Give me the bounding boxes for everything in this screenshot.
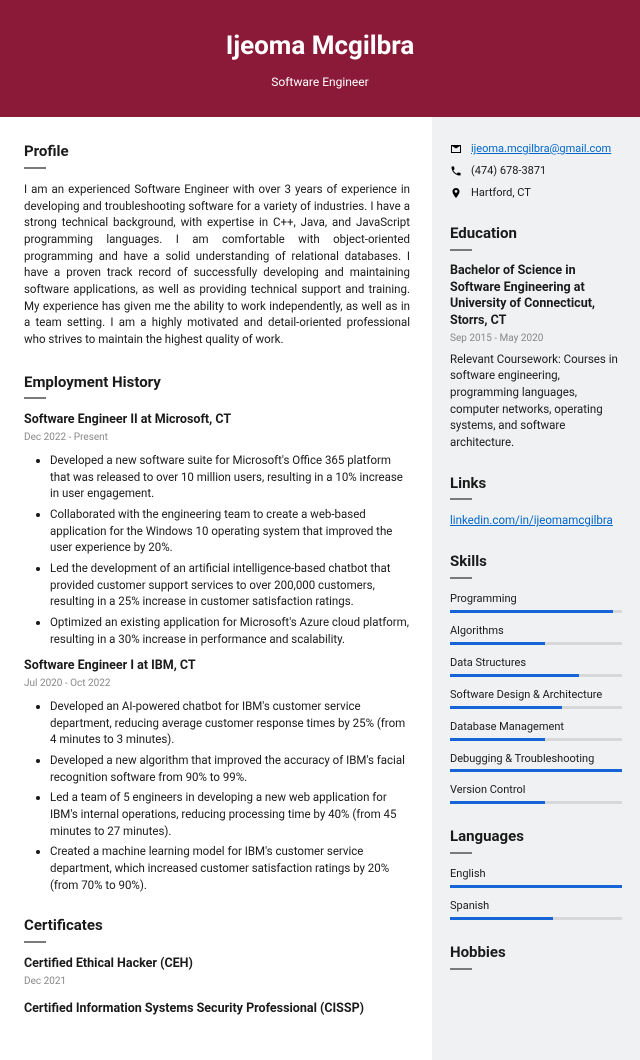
contact-section: ijeoma.mcgilbra@gmail.com (474) 678-3871… [450,141,622,201]
contact-location: Hartford, CT [450,185,622,201]
skill-label: Software Design & Architecture [450,687,622,703]
divider [24,397,46,399]
job-bullet: Developed a new software suite for Micro… [50,452,410,502]
profile-section: Profile I am an experienced Software Eng… [24,141,410,347]
cert-title: Certified Information Systems Security P… [24,1000,410,1018]
skill-bar [450,769,622,772]
phone-icon [450,165,462,177]
skill-item: Debugging & Troubleshooting [450,751,622,773]
job-dates: Dec 2022 - Present [24,431,410,446]
education-title: Bachelor of Science in Software Engineer… [450,263,622,331]
divider [450,249,472,251]
links-heading: Links [450,473,622,495]
location-icon [450,187,462,199]
contact-phone: (474) 678-3871 [450,163,622,179]
cert-date: Dec 2021 [24,975,410,990]
profile-body: I am an experienced Software Engineer wi… [24,181,410,348]
skill-item: Algorithms [450,623,622,645]
job-bullets: Developed an AI-powered chatbot for IBM'… [24,698,410,893]
divider [450,498,472,500]
certificates-heading: Certificates [24,915,410,937]
skill-bar [450,610,622,613]
language-item: English [450,866,622,888]
language-label: Spanish [450,898,622,914]
skill-label: Algorithms [450,623,622,639]
skill-label: Programming [450,591,622,607]
email-icon [450,143,462,155]
language-item: Spanish [450,898,622,920]
languages-heading: Languages [450,826,622,848]
divider [450,852,472,854]
skill-item: Version Control [450,782,622,804]
education-dates: Sep 2015 - May 2020 [450,332,622,347]
skill-bar [450,642,622,645]
skill-bar [450,801,622,804]
phone-text: (474) 678-3871 [471,163,546,179]
location-text: Hartford, CT [471,185,531,201]
hobbies-heading: Hobbies [450,942,622,964]
job-bullet: Collaborated with the engineering team t… [50,506,410,556]
skill-item: Programming [450,591,622,613]
linkedin-link[interactable]: linkedin.com/in/ijeomamcgilbra [450,513,613,527]
job-bullet: Developed an AI-powered chatbot for IBM'… [50,698,410,748]
skill-bar [450,706,622,709]
skill-item: Data Structures [450,655,622,677]
job-bullet: Optimized an existing application for Mi… [50,614,410,647]
sidebar: ijeoma.mcgilbra@gmail.com (474) 678-3871… [432,117,640,1060]
education-desc: Relevant Coursework: Courses in software… [450,351,622,451]
cert-title: Certified Ethical Hacker (CEH) [24,955,410,973]
divider [450,577,472,579]
language-bar [450,885,622,888]
job-bullet: Led the development of an artificial int… [50,560,410,610]
job-dates: Jul 2020 - Oct 2022 [24,677,410,692]
skill-label: Database Management [450,719,622,735]
job-bullets: Developed a new software suite for Micro… [24,452,410,647]
language-bar [450,917,622,920]
person-name: Ijeoma Mcgilbra [20,28,620,66]
certificates-section: Certificates Certified Ethical Hacker (C… [24,915,410,1018]
skill-label: Debugging & Troubleshooting [450,751,622,767]
skill-item: Database Management [450,719,622,741]
links-section: Links linkedin.com/in/ijeomamcgilbra [450,473,622,529]
education-heading: Education [450,223,622,245]
employment-section: Employment History Software Engineer II … [24,372,410,894]
skill-bar [450,738,622,741]
skills-heading: Skills [450,551,622,573]
profile-heading: Profile [24,141,410,163]
divider [450,968,472,970]
skill-label: Version Control [450,782,622,798]
contact-email: ijeoma.mcgilbra@gmail.com [450,141,622,157]
skill-label: Data Structures [450,655,622,671]
job-bullet: Led a team of 5 engineers in developing … [50,789,410,839]
divider [24,941,46,943]
resume-header: Ijeoma Mcgilbra Software Engineer [0,0,640,117]
job-title: Software Engineer I at IBM, CT [24,657,410,675]
skill-bar [450,674,622,677]
divider [24,167,46,169]
education-section: Education Bachelor of Science in Softwar… [450,223,622,451]
main-column: Profile I am an experienced Software Eng… [0,117,432,1060]
skill-item: Software Design & Architecture [450,687,622,709]
job-bullet: Created a machine learning model for IBM… [50,843,410,893]
skills-section: Skills Programming Algorithms Data Structu… [450,551,622,804]
language-label: English [450,866,622,882]
employment-heading: Employment History [24,372,410,394]
hobbies-section: Hobbies [450,942,622,970]
job-bullet: Developed a new algorithm that improved … [50,752,410,785]
languages-section: Languages English Spanish [450,826,622,920]
email-link[interactable]: ijeoma.mcgilbra@gmail.com [471,141,611,157]
person-title: Software Engineer [20,74,620,91]
job-title: Software Engineer II at Microsoft, CT [24,411,410,429]
